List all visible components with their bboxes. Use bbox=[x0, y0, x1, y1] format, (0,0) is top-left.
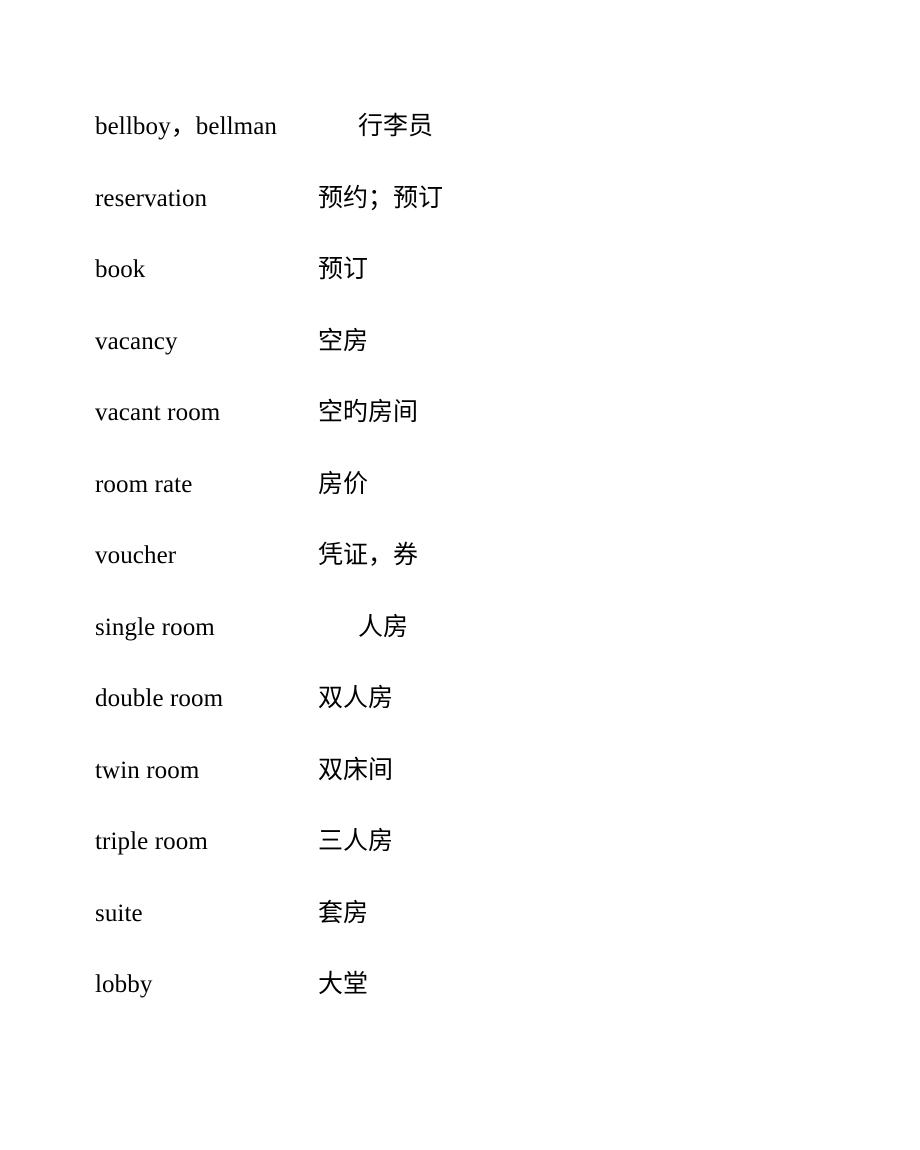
glossary-translation: 套房 bbox=[318, 899, 369, 927]
glossary-translation: 预订 bbox=[318, 256, 369, 283]
glossary-translation: 大堂 bbox=[318, 971, 369, 998]
glossary-translation: 房价 bbox=[318, 470, 369, 498]
glossary-list: bellboy，bellman 行李员 reservation 预约；预订 book 预订… bbox=[95, 112, 835, 1042]
glossary-translation: 空旳房间 bbox=[318, 399, 419, 426]
glossary-row: triple room 三人房 bbox=[95, 827, 835, 899]
glossary-row: single room 人房 bbox=[95, 613, 835, 685]
glossary-term: lobby bbox=[95, 971, 153, 998]
glossary-row: voucher 凭证，券 bbox=[95, 541, 835, 613]
glossary-term: single room bbox=[95, 613, 215, 641]
glossary-term: voucher bbox=[95, 542, 177, 569]
glossary-term: suite bbox=[95, 899, 143, 927]
glossary-translation: 空房 bbox=[318, 327, 369, 355]
document-page: bellboy，bellman 行李员 reservation 预约；预订 book 预订… bbox=[0, 0, 920, 1150]
glossary-term: book bbox=[95, 256, 146, 283]
glossary-row: vacant room 空旳房间 bbox=[95, 398, 835, 470]
glossary-term: bellboy，bellman bbox=[95, 113, 278, 140]
glossary-translation: 三人房 bbox=[318, 828, 394, 855]
glossary-row: vacancy 空房 bbox=[95, 327, 835, 399]
glossary-row: room rate 房价 bbox=[95, 470, 835, 542]
glossary-term: room rate bbox=[95, 470, 193, 498]
glossary-translation: 预约；预订 bbox=[318, 184, 444, 212]
glossary-row: double room 双人房 bbox=[95, 684, 835, 756]
glossary-term: reservation bbox=[95, 184, 208, 212]
glossary-row: book 预订 bbox=[95, 255, 835, 327]
glossary-term: double room bbox=[95, 685, 224, 712]
glossary-row: twin room 双床间 bbox=[95, 756, 835, 828]
glossary-term: vacancy bbox=[95, 327, 178, 355]
glossary-translation: 凭证，券 bbox=[318, 542, 419, 569]
glossary-translation: 双床间 bbox=[318, 756, 394, 784]
glossary-term: triple room bbox=[95, 828, 208, 855]
glossary-translation: 行李员 bbox=[358, 113, 434, 140]
glossary-translation: 双人房 bbox=[318, 685, 394, 712]
glossary-translation: 人房 bbox=[358, 613, 409, 641]
glossary-row: reservation 预约；预订 bbox=[95, 184, 835, 256]
glossary-row: suite 套房 bbox=[95, 899, 835, 971]
glossary-row: lobby 大堂 bbox=[95, 970, 835, 1042]
glossary-row: bellboy，bellman 行李员 bbox=[95, 112, 835, 184]
glossary-term: twin room bbox=[95, 756, 200, 784]
glossary-term: vacant room bbox=[95, 399, 221, 426]
